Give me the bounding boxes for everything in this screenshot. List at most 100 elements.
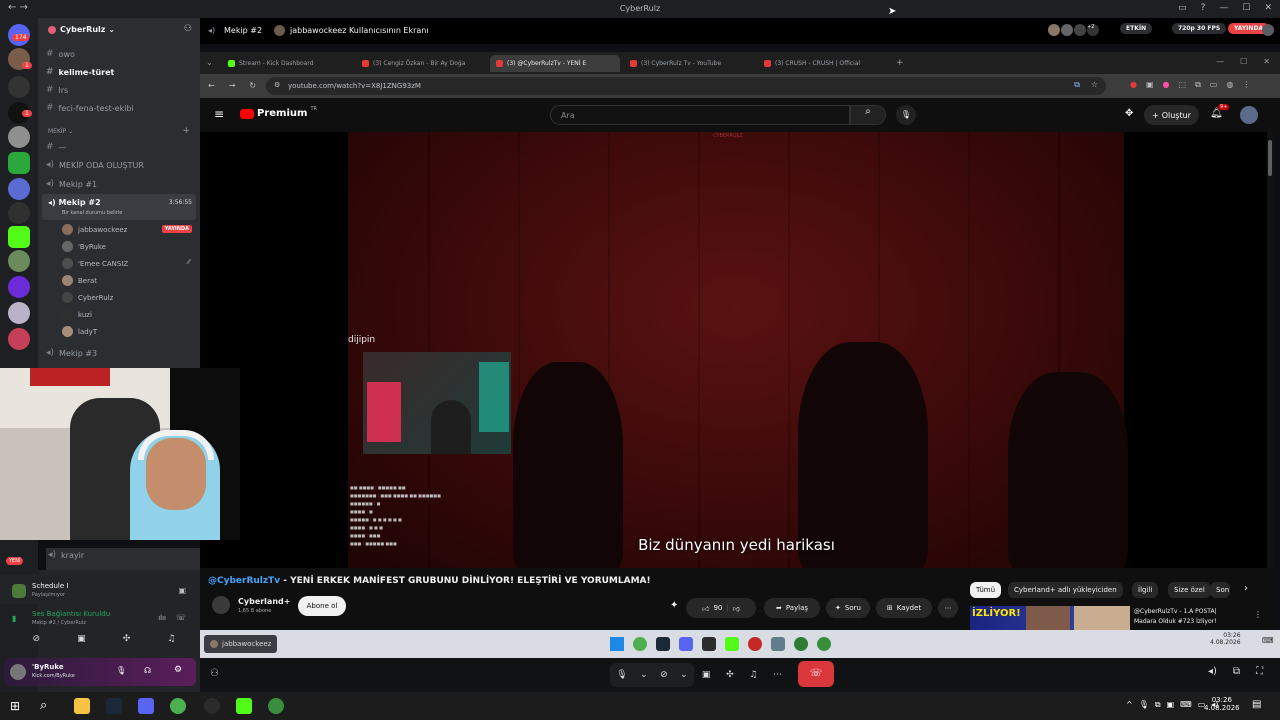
voice-user[interactable]: jabbawockeez	[62, 224, 127, 235]
windows-start-icon[interactable]: ⊞	[10, 699, 20, 713]
inbox-icon[interactable]: ▭	[1178, 3, 1187, 13]
server-icon[interactable]	[8, 250, 30, 272]
server-icon[interactable]	[8, 76, 30, 98]
maximize-button[interactable]: ☐	[1242, 3, 1250, 13]
bookmark-star-icon[interactable]: ☆	[1091, 80, 1098, 89]
popout-icon[interactable]: ⧉	[1233, 666, 1240, 677]
my-status[interactable]: Kick.com/ByRuke	[32, 673, 75, 679]
kick-server-icon[interactable]	[8, 226, 30, 248]
app-icon[interactable]	[268, 698, 284, 714]
back-icon[interactable]: ←	[208, 81, 215, 90]
subscribe-button[interactable]: Abone ol	[298, 596, 346, 616]
settings-gear-icon[interactable]	[771, 637, 785, 651]
kick-icon[interactable]	[725, 637, 739, 651]
channel-avatar[interactable]	[212, 596, 230, 614]
tab-search-icon[interactable]: ⌄	[206, 58, 213, 67]
voice-connected-sub[interactable]: Mekip #2 / CyberRulz	[32, 620, 86, 626]
site-info-icon[interactable]: ⚙	[274, 81, 280, 89]
chevron-right-icon[interactable]: ›	[1244, 583, 1248, 594]
chat-icon[interactable]	[1262, 24, 1274, 36]
channel-krayir[interactable]: ◂) krayir	[48, 550, 84, 560]
camera-off-icon[interactable]: ⊘	[33, 634, 41, 652]
more-actions-button[interactable]: ⋯	[938, 598, 958, 618]
maximize-button[interactable]: ☐	[1240, 57, 1247, 66]
scrollbar-thumb[interactable]	[1268, 140, 1272, 176]
chip-last[interactable]: Son	[1210, 582, 1230, 598]
like-button[interactable]: 👍︎ 90 | 👎︎	[686, 598, 756, 618]
search-input[interactable]: Ara	[561, 111, 575, 120]
camera-off-icon[interactable]: ⊘	[660, 670, 668, 680]
channel-mekip-oda[interactable]: ◂) MEKİP ODA OLUŞTUR	[46, 160, 144, 170]
obs-icon[interactable]	[204, 698, 220, 714]
screen-icon[interactable]: ▣	[178, 586, 186, 595]
voice-user[interactable]: 'Emee CANSIZ	[62, 258, 128, 269]
close-button[interactable]: ✕	[1263, 57, 1270, 66]
more-dots-icon[interactable]: ⋯	[773, 670, 782, 680]
mic-icon[interactable]: 🎙	[616, 670, 627, 680]
tray-chevron-icon[interactable]: ^	[1126, 700, 1133, 710]
chrome-icon[interactable]	[633, 637, 647, 651]
server-icon[interactable]	[8, 152, 30, 174]
kick-icon[interactable]	[236, 698, 252, 714]
activities-icon[interactable]: ✣	[726, 670, 734, 680]
steam-icon[interactable]	[106, 698, 122, 714]
channel-name[interactable]: Cyberland+	[238, 597, 290, 606]
browser-tab[interactable]: Stream - Kick Dashboard	[222, 55, 352, 72]
app-icon[interactable]	[817, 637, 831, 651]
category-label[interactable]: MEKİP ⌄	[48, 128, 73, 135]
add-friend-icon[interactable]: ⚇	[184, 24, 192, 34]
leave-call-button[interactable]: ☏	[798, 661, 834, 687]
rec-title[interactable]: @CyberRulzTv - 1.A POSTA|	[1134, 608, 1217, 615]
soundboard-icon[interactable]: ♫	[749, 670, 757, 680]
extension-icon[interactable]: ▣	[1146, 80, 1154, 90]
share-button[interactable]: ➦ Paylaş	[764, 598, 820, 618]
fullscreen-icon[interactable]: ⛶	[1256, 666, 1263, 677]
video-player[interactable]: CYBERRULZ dijipin ■■ ■■■■ : ■■■■■ ■■ ■■■■…	[200, 132, 1273, 568]
mic-icon[interactable]: 🎙	[116, 666, 126, 675]
browser-tab[interactable]: (3) CRUSH - CRUSH | Official	[758, 55, 888, 72]
tray-icon[interactable]: ⧉	[1155, 700, 1161, 710]
channel-lrs[interactable]: # lrs	[46, 85, 68, 95]
more-viewers[interactable]: +2	[1087, 24, 1099, 36]
discord-icon[interactable]	[679, 637, 693, 651]
discord-icon[interactable]	[138, 698, 154, 714]
add-channel-icon[interactable]: +	[182, 126, 190, 136]
search-icon[interactable]: ⌕	[40, 698, 47, 713]
disconnect-icon[interactable]: ☏	[176, 613, 186, 622]
my-username[interactable]: 'ByRuke	[32, 663, 64, 671]
stream-channel[interactable]: Mekip #2	[224, 26, 262, 35]
menu-dots-icon[interactable]: ⋮	[1254, 610, 1262, 619]
tray-icon[interactable]: ⌨	[1180, 700, 1192, 710]
channel-dash[interactable]: # —	[46, 142, 67, 152]
file-explorer-icon[interactable]	[74, 698, 90, 714]
screenshare-icon[interactable]: ▣	[702, 670, 711, 680]
popout-user-icon[interactable]: ⚇	[210, 668, 219, 679]
app-icon[interactable]	[794, 637, 808, 651]
voice-user[interactable]: ladyT	[62, 326, 97, 337]
extension-icon[interactable]: ⬚	[1179, 80, 1187, 90]
avatar[interactable]	[10, 664, 26, 680]
chip-related[interactable]: İlgili	[1132, 582, 1159, 598]
browser-tab[interactable]: (3) CyberRulz Tv - YouTube	[624, 55, 754, 72]
extension-icon[interactable]: ●	[1130, 80, 1137, 90]
windows-start-icon[interactable]	[610, 637, 624, 651]
help-icon[interactable]: ?	[1201, 3, 1206, 13]
channel-mekip-3[interactable]: ◂) Mekip #3	[46, 348, 97, 358]
headset-icon[interactable]: ☊	[144, 666, 151, 675]
ask-button[interactable]: ✦ Soru	[826, 598, 870, 618]
browser-tab[interactable]: (3) Cengiz Özkan - Bir Ay Doğa	[356, 55, 486, 72]
premium-icon[interactable]: ✦	[670, 600, 678, 611]
voice-user[interactable]: CyberRulz	[62, 292, 113, 303]
screenshare-icon[interactable]: ▣	[77, 634, 86, 652]
chrome-icon[interactable]	[170, 698, 186, 714]
app-icon[interactable]	[702, 637, 716, 651]
extension-icon[interactable]: ●	[1163, 80, 1170, 90]
save-button[interactable]: ⊞ Kaydet	[876, 598, 932, 618]
notification-icon[interactable]: ▤	[1252, 699, 1261, 710]
profile-icon[interactable]: ◍	[1226, 80, 1233, 90]
server-icon[interactable]	[8, 302, 30, 324]
window-label[interactable]: jabbawockeez	[204, 635, 278, 653]
voice-user[interactable]: kuzi	[62, 309, 92, 320]
voice-user[interactable]: 'ByRuke	[62, 241, 106, 252]
chip-for-you[interactable]: Size özel	[1168, 582, 1211, 598]
